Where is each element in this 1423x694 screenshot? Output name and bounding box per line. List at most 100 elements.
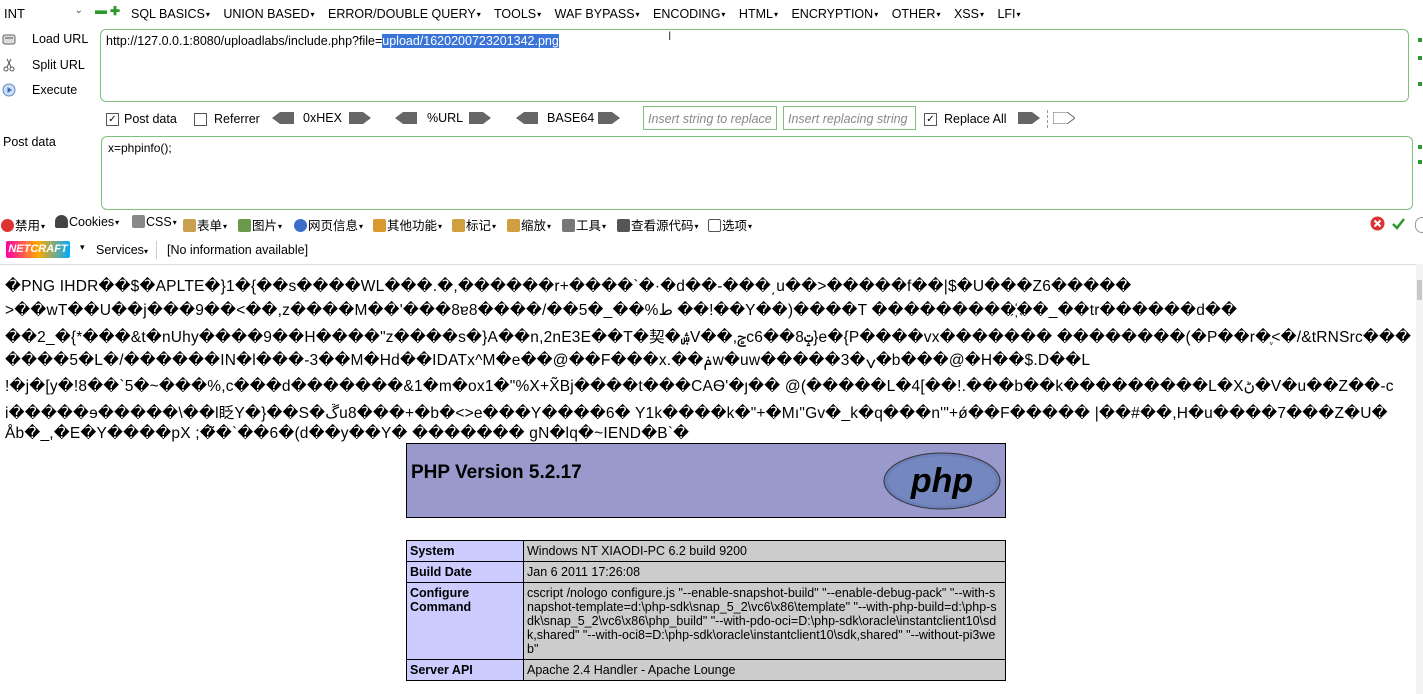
menu-xss[interactable]: XSS bbox=[954, 7, 984, 21]
replacing-string-input[interactable]: Insert replacing string bbox=[783, 106, 916, 130]
toolbar-images[interactable]: 图片 bbox=[238, 215, 282, 234]
wrench-icon bbox=[562, 219, 575, 232]
toolbar-cookies[interactable]: Cookies bbox=[55, 215, 119, 229]
table-value: Apache 2.4 Handler - Apache Lounge bbox=[523, 659, 1006, 681]
base64-decode-arrow-icon[interactable] bbox=[516, 112, 538, 124]
menu-sql-basics[interactable]: SQL BASICS bbox=[131, 7, 210, 21]
phpinfo-table: System Windows NT XIAODI-PC 6.2 build 92… bbox=[406, 540, 1006, 681]
menu-union-based[interactable]: UNION BASED bbox=[223, 7, 314, 21]
close-icon[interactable] bbox=[1370, 216, 1385, 231]
toolbar-resize-label: 缩放 bbox=[521, 219, 547, 233]
sql-type-value: INT bbox=[4, 6, 25, 21]
table-value: Windows NT XIAODI-PC 6.2 build 9200 bbox=[523, 540, 1006, 562]
toolbar-page-info-label: 网页信息 bbox=[308, 219, 359, 233]
replace-all-checkbox[interactable]: ✓ bbox=[924, 113, 937, 126]
minus-icon[interactable]: ▬ bbox=[95, 4, 107, 16]
output-line: >��wT��U��j���9��<��,z����M��'���8ɐ8����… bbox=[5, 302, 1238, 319]
source-icon bbox=[617, 219, 630, 232]
hex-decode-arrow-icon[interactable] bbox=[272, 112, 294, 124]
output-line: ����5�L�/������IN�l���-3��M�Hd��IDATx^M�… bbox=[5, 352, 1091, 369]
url-prefix: http://127.0.0.1:8080/uploadlabs/include… bbox=[106, 34, 383, 48]
options-row: ✓ Post data Referrer 0xHEX %URL BASE64 I… bbox=[0, 106, 1423, 132]
base64-encode-arrow-icon[interactable] bbox=[598, 112, 620, 124]
output-line: !�j�[y�!8��`5�~���%,c���d�������&1�m�ox1… bbox=[5, 378, 1394, 395]
url-textarea[interactable]: http://127.0.0.1:8080/uploadlabs/include… bbox=[100, 29, 1409, 102]
checkmark-icon[interactable] bbox=[1391, 216, 1406, 231]
url-label: %URL bbox=[427, 111, 464, 125]
replace-all-label: Replace All bbox=[944, 112, 1007, 126]
php-version-title: PHP Version 5.2.17 bbox=[411, 462, 582, 483]
table-row: Configure Command cscript /nologo config… bbox=[406, 582, 1006, 660]
toolbar-css-label: CSS bbox=[146, 215, 172, 229]
sql-type-select[interactable]: INT ⌄ bbox=[2, 5, 86, 23]
menu-encryption[interactable]: ENCRYPTION bbox=[791, 7, 878, 21]
table-value: Jan 6 2011 17:26:08 bbox=[523, 561, 1006, 583]
table-value: cscript /nologo configure.js "--enable-s… bbox=[523, 582, 1006, 660]
referrer-checkbox[interactable] bbox=[194, 113, 207, 126]
scrollbar[interactable] bbox=[1416, 264, 1423, 694]
toolbar-options[interactable]: 选项 bbox=[708, 215, 752, 234]
php-logo[interactable]: php bbox=[883, 452, 1001, 510]
chevron-down-icon: ▾ bbox=[143, 247, 148, 256]
post-data-value: x=phpinfo(); bbox=[108, 141, 172, 155]
url-text: http://127.0.0.1:8080/uploadlabs/include… bbox=[106, 34, 559, 48]
phpinfo-header: PHP Version 5.2.17 php bbox=[406, 443, 1006, 518]
toolbar-disable[interactable]: 禁用 bbox=[1, 215, 45, 234]
toolbar-view-source[interactable]: 查看源代码 bbox=[617, 215, 699, 234]
menu-lfi[interactable]: LFI bbox=[997, 7, 1020, 21]
hackbar-menu-bar: INT ⌄ ▬ ✚ SQL BASICS UNION BASED ERROR/D… bbox=[0, 0, 1423, 28]
url-decode-arrow-icon[interactable] bbox=[395, 112, 417, 124]
replace-string-input[interactable]: Insert string to replace bbox=[643, 106, 777, 130]
toolbar-resize[interactable]: 缩放 bbox=[507, 215, 551, 234]
toolbar-tools[interactable]: 工具 bbox=[562, 215, 606, 234]
menu-tools[interactable]: TOOLS bbox=[494, 7, 541, 21]
table-key: Server API bbox=[406, 659, 524, 681]
toolbar-options-label: 选项 bbox=[722, 219, 748, 233]
toolbar-forms-label: 表单 bbox=[197, 219, 223, 233]
post-data-textarea[interactable]: x=phpinfo(); bbox=[101, 136, 1413, 210]
menu-encoding[interactable]: ENCODING bbox=[653, 7, 725, 21]
user-icon bbox=[55, 215, 68, 228]
menu-waf-bypass[interactable]: WAF BYPASS bbox=[555, 7, 640, 21]
replace-arrow-icon[interactable] bbox=[1018, 112, 1040, 124]
table-row: Build Date Jan 6 2011 17:26:08 bbox=[406, 561, 1006, 583]
webdev-toolbar: 禁用 Cookies CSS 表单 图片 网页信息 其他功能 标记 缩放 工具 … bbox=[0, 213, 1423, 235]
netcraft-logo[interactable]: NETCRAFT bbox=[6, 241, 70, 258]
table-row: System Windows NT XIAODI-PC 6.2 build 92… bbox=[406, 540, 1006, 562]
replace-reverse-arrow-icon[interactable] bbox=[1053, 112, 1075, 124]
toggle-icon[interactable] bbox=[1415, 217, 1423, 233]
toolbar-forms[interactable]: 表单 bbox=[183, 215, 227, 234]
scrollbar-thumb[interactable] bbox=[1417, 280, 1422, 300]
hex-encode-arrow-icon[interactable] bbox=[349, 112, 371, 124]
chevron-down-icon[interactable]: ▾ bbox=[80, 242, 85, 253]
toolbar-view-source-label: 查看源代码 bbox=[631, 219, 694, 233]
php-logo-text: php bbox=[910, 462, 973, 500]
table-key: Configure Command bbox=[406, 582, 524, 660]
toolbar-tools-label: 工具 bbox=[576, 219, 602, 233]
menu-html[interactable]: HTML bbox=[739, 7, 778, 21]
url-encode-arrow-icon[interactable] bbox=[469, 112, 491, 124]
netcraft-services[interactable]: Services▾ bbox=[96, 243, 148, 257]
resize-dot bbox=[1418, 82, 1422, 86]
resize-icon bbox=[507, 219, 520, 232]
netcraft-services-label: Services bbox=[96, 243, 144, 257]
table-key: System bbox=[406, 540, 524, 562]
base64-label: BASE64 bbox=[547, 111, 595, 125]
hex-label: 0xHEX bbox=[303, 111, 342, 125]
toolbar-misc[interactable]: 其他功能 bbox=[373, 215, 442, 234]
menu-error-double-query[interactable]: ERROR/DOUBLE QUERY bbox=[328, 7, 481, 21]
table-key: Build Date bbox=[406, 561, 524, 583]
toolbar-outline[interactable]: 标记 bbox=[452, 215, 496, 234]
resize-dot bbox=[1418, 38, 1422, 42]
load-url-icon bbox=[2, 34, 16, 45]
toolbar-css[interactable]: CSS bbox=[132, 215, 177, 229]
output-line: Åb�_,�E�Y����pX ;�̃�`��6�(d��y��Y� �����… bbox=[5, 425, 690, 442]
resize-dot bbox=[1418, 56, 1422, 60]
toolbar-page-info[interactable]: 网页信息 bbox=[294, 215, 363, 234]
post-data-checkbox[interactable]: ✓ bbox=[106, 113, 119, 126]
output-line: �PNG IHDR��$�APLTE�}1�{��s����WL���.�,��… bbox=[5, 278, 1132, 295]
menu-other[interactable]: OTHER bbox=[892, 7, 941, 21]
divider bbox=[0, 264, 1416, 265]
disable-icon bbox=[1, 219, 14, 232]
plus-icon[interactable]: ✚ bbox=[110, 4, 120, 18]
